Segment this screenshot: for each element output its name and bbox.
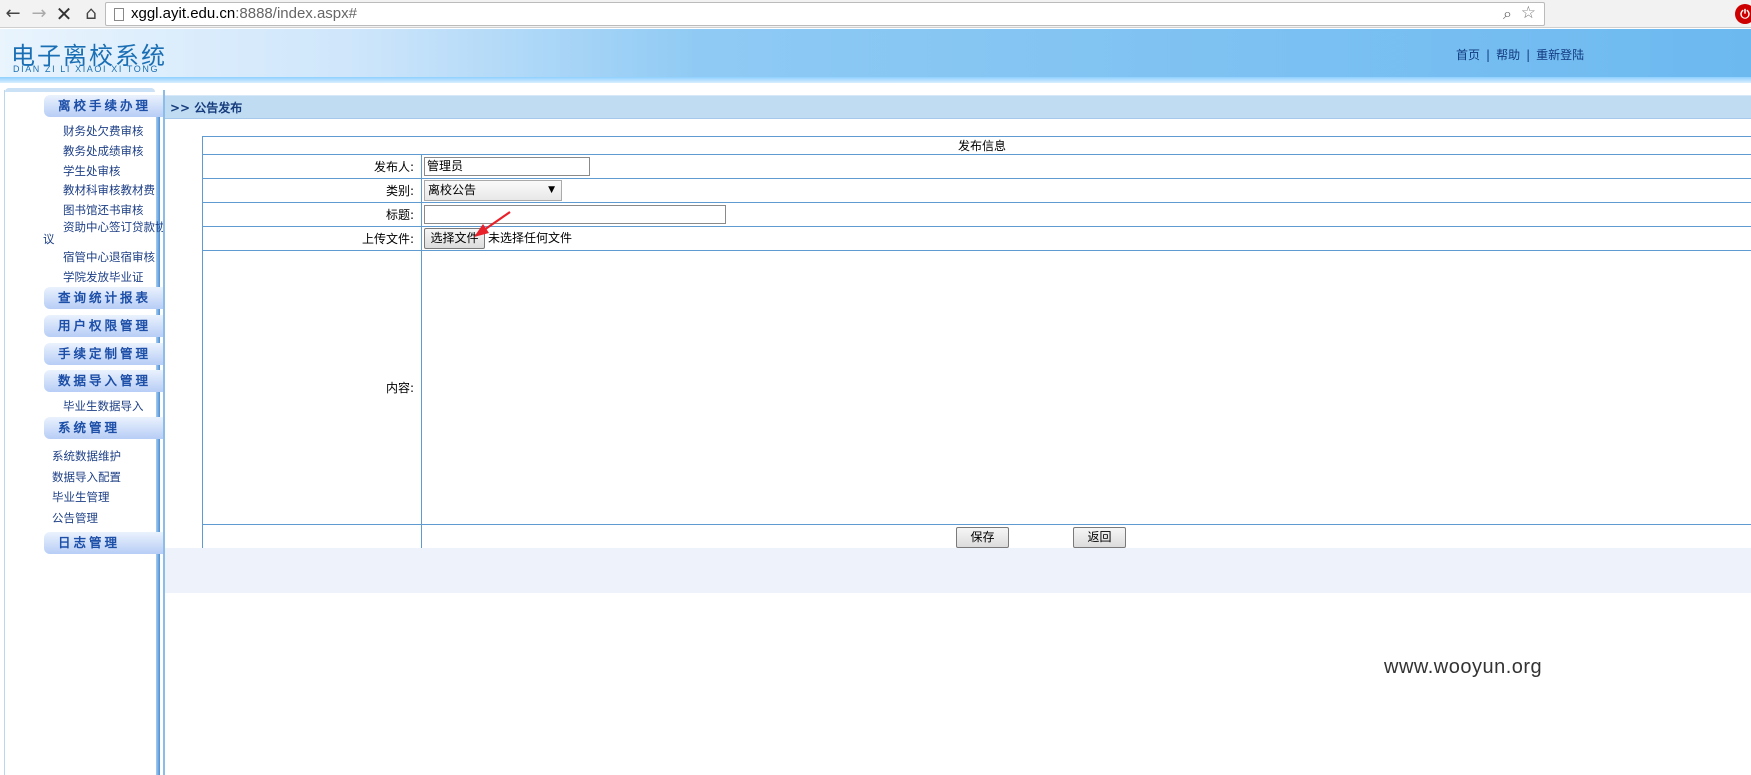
publisher-label: 发布人: [202,154,422,179]
sidebar-item-import-config[interactable]: 数据导入配置 [52,469,121,485]
header-divider [0,77,1751,83]
menu-section-data-import[interactable]: 数据导入管理 [44,370,165,392]
back-button[interactable]: 返回 [1073,527,1126,548]
url-text: xggl.ayit.edu.cn:8888/index.aspx# [131,5,357,22]
back-arrow-icon[interactable]: ← [2,3,24,25]
sidebar: 离校手续办理 财务处欠费审核 教务处成绩审核 学生处审核 教材科审核教材费 图书… [0,83,167,775]
link-home[interactable]: 首页 [1456,48,1480,62]
separator: | [1486,48,1491,62]
sidebar-item-graduate-import[interactable]: 毕业生数据导入 [63,398,144,414]
category-cell: 离校公告 ▼ [421,178,1751,203]
sidebar-item-textbook-audit[interactable]: 教材科审核教材费 [63,182,155,198]
sidebar-item-loan-agreement[interactable]: 资助中心签订贷款协 [63,219,167,235]
annotation-arrow-icon [474,211,511,237]
home-icon[interactable]: ⌂ [80,3,102,25]
actions-spacer [202,524,422,549]
category-selected-value: 离校公告 [428,183,477,197]
sidebar-item-finance-audit[interactable]: 财务处欠费审核 [63,123,144,139]
top-links: 首页 | 帮助 | 重新登陆 [1456,46,1584,63]
title-cell [421,202,1751,227]
save-button[interactable]: 保存 [956,527,1009,548]
separator: | [1526,48,1531,62]
menu-section-reports[interactable]: 查询统计报表 [44,287,165,309]
forward-arrow-icon[interactable]: → [28,3,50,25]
sidebar-item-system-data[interactable]: 系统数据维护 [52,448,121,464]
watermark: www.wooyun.org [1384,656,1543,678]
app-header: 电子离校系统 DIAN ZI LI XIAOI XI TONG 首页 | 帮助 | 重新… [0,29,1751,77]
form-row-content: 内容: [202,250,1751,525]
dropdown-arrow-icon: ▼ [548,185,555,195]
sidebar-item-announcement-management[interactable]: 公告管理 [52,510,98,526]
sidebar-item-library-audit[interactable]: 图书馆还书审核 [63,202,144,218]
url-path: :8888/index.aspx# [235,5,357,22]
link-help[interactable]: 帮助 [1496,48,1520,62]
category-label: 类别: [202,178,422,203]
content-editor[interactable] [421,250,1751,525]
form-row-actions: 保存 返回 [202,524,1751,549]
form-row-category: 类别: 离校公告 ▼ [202,178,1751,203]
page-icon [114,8,124,21]
menu-section-procedure-config[interactable]: 手续定制管理 [44,343,165,365]
menu-section-logs[interactable]: 日志管理 [44,532,165,554]
logo-subtitle: DIAN ZI LI XIAOI XI TONG [13,64,160,74]
form-row-publisher: 发布人: 管理员 [202,154,1751,179]
address-bar[interactable]: xggl.ayit.edu.cn:8888/index.aspx# ⌕ ☆ [105,2,1545,26]
sidebar-item-student-office-audit[interactable]: 学生处审核 [63,163,121,179]
sidebar-scroll-edge [156,113,160,775]
title-label: 标题: [202,202,422,227]
form-header: 发布信息 [202,136,1751,155]
bookmark-star-icon[interactable]: ☆ [1521,3,1536,23]
menu-section-permissions[interactable]: 用户权限管理 [44,315,165,337]
sidebar-item-loan-agreement-wrap[interactable]: 议 [43,231,55,247]
sidebar-edge [4,90,5,775]
form-header-row: 发布信息 [202,136,1751,155]
category-select[interactable]: 离校公告 ▼ [424,180,562,201]
actions-cell: 保存 返回 [421,524,1751,549]
menu-section-leaving-procedures[interactable]: 离校手续办理 [44,95,165,117]
url-host: xggl.ayit.edu.cn [131,5,236,22]
sidebar-item-diploma[interactable]: 学院发放毕业证 [63,269,144,285]
sidebar-top-edge [5,88,155,92]
link-relogin[interactable]: 重新登陆 [1536,48,1584,62]
extension-icon[interactable]: ⏻ [1735,4,1751,24]
sidebar-item-academic-audit[interactable]: 教务处成绩审核 [63,143,144,159]
publisher-input[interactable]: 管理员 [424,157,590,176]
form-row-upload: 上传文件: 选择文件 未选择任何文件 [202,226,1751,251]
page-title: >> 公告发布 [170,101,243,115]
page-title-bar: >> 公告发布 [165,95,1751,119]
publisher-cell: 管理员 [421,154,1751,179]
sidebar-item-graduate-management[interactable]: 毕业生管理 [52,489,110,505]
announcement-form: 发布信息 发布人: 管理员 类别: 离校公告 ▼ 标题: 上传文件: 选择文件 … [202,136,1751,549]
zoom-icon[interactable]: ⌕ [1503,4,1512,24]
footer-band [165,548,1751,593]
content-label: 内容: [202,250,422,525]
sidebar-item-dorm-checkout[interactable]: 宿管中心退宿审核 [63,249,155,265]
upload-label: 上传文件: [202,226,422,251]
stop-icon[interactable]: ✕ [53,3,75,25]
form-row-title: 标题: [202,202,1751,227]
menu-section-system[interactable]: 系统管理 [44,417,165,439]
browser-toolbar: ← → ✕ ⌂ xggl.ayit.edu.cn:8888/index.aspx… [0,0,1751,28]
upload-cell: 选择文件 未选择任何文件 [421,226,1751,251]
